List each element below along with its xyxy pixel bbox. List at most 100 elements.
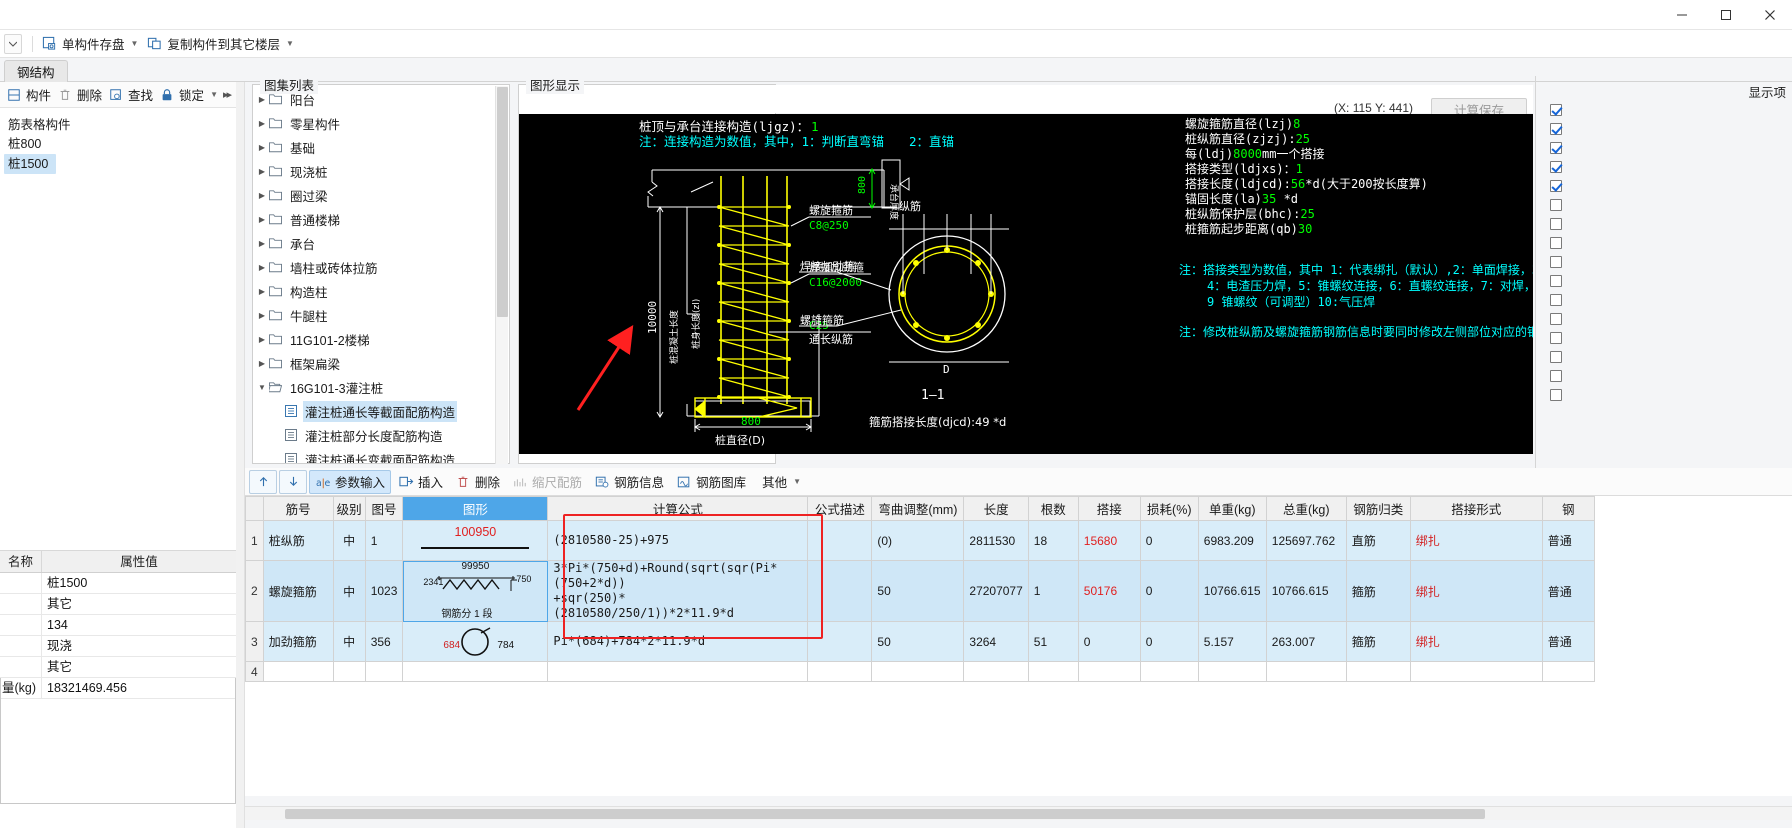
scrollbar-thumb[interactable]	[497, 87, 508, 317]
display-option-row[interactable]	[1540, 347, 1792, 366]
cell-count[interactable]: 51	[1027, 621, 1079, 662]
chevron-right-icon[interactable]: ▶	[255, 263, 269, 272]
header-shape[interactable]: 图形	[402, 496, 549, 521]
find-button[interactable]: 查找	[105, 84, 156, 106]
display-option-row[interactable]	[1540, 366, 1792, 385]
display-option-row[interactable]	[1540, 138, 1792, 157]
delete-button[interactable]: 删除	[54, 84, 105, 106]
tree-node-full-length-uniform-section[interactable]: 灌注桩通长等截面配筋构造	[255, 399, 495, 423]
cell-shape[interactable]: 684 784	[402, 621, 549, 662]
cell-total-weight[interactable]	[1265, 661, 1347, 682]
cell-dwg-no[interactable]	[364, 661, 404, 682]
chevron-right-icon[interactable]: ▶	[255, 143, 269, 152]
header-total-weight[interactable]: 总重(kg)	[1265, 496, 1347, 521]
cell-steel[interactable]: 普通	[1541, 621, 1595, 662]
panel-splitter[interactable]	[236, 82, 245, 828]
header-formula[interactable]: 计算公式	[547, 496, 809, 521]
checkbox-icon[interactable]	[1550, 198, 1562, 211]
tree-node-11g101-2-stair[interactable]: ▶ 11G101-2楼梯	[255, 327, 495, 351]
property-row[interactable]: 现浇	[0, 636, 236, 657]
cell-formula[interactable]	[547, 661, 809, 682]
display-option-row[interactable]	[1540, 157, 1792, 176]
header-loss[interactable]: 损耗(%)	[1139, 496, 1199, 521]
atlas-tree-scrollbar[interactable]	[495, 86, 508, 464]
cell-length[interactable]: 27207077	[963, 560, 1029, 622]
tree-node-full-length-variable-section[interactable]: 灌注桩通长变截面配筋构造	[255, 447, 495, 463]
more-button[interactable]: 其他 ▼	[753, 470, 806, 494]
cell-loss[interactable]: 0	[1139, 520, 1199, 561]
cell-count[interactable]: 18	[1027, 520, 1079, 561]
expand-panel-icon[interactable]: ▸▸	[223, 88, 232, 101]
cell-lap-form[interactable]: 绑扎	[1409, 520, 1543, 561]
display-option-row[interactable]	[1540, 271, 1792, 290]
delete-row-button[interactable]: 删除	[450, 470, 505, 494]
chevron-right-icon[interactable]: ▶	[255, 335, 269, 344]
cell-unit-weight[interactable]: 10766.615	[1197, 560, 1267, 622]
cell-rebar-no[interactable]: 桩纵筋	[262, 520, 334, 561]
insert-button[interactable]: 插入	[393, 470, 448, 494]
header-lap[interactable]: 搭接	[1077, 496, 1141, 521]
list-item-pile1500[interactable]: 桩1500	[4, 154, 56, 174]
tree-node-pile-cap[interactable]: ▶ 承台	[255, 231, 495, 255]
cell-lap-form[interactable]: 绑扎	[1409, 621, 1543, 662]
checkbox-icon[interactable]	[1550, 122, 1562, 135]
cell-bend-adjust[interactable]	[871, 661, 965, 682]
tree-node-cast-in-place-pile[interactable]: ▶ 现浇桩	[255, 159, 495, 183]
tree-node-structural-column[interactable]: ▶ 构造柱	[255, 279, 495, 303]
tree-node-foundation[interactable]: ▶ 基础	[255, 135, 495, 159]
cell-shape[interactable]: 100950	[402, 520, 549, 561]
cell-shape[interactable]: 99950 2341 750 钢筋分 1 段	[402, 560, 549, 622]
cell-steel[interactable]: 普通	[1541, 520, 1595, 561]
rebar-info-button[interactable]: 钢筋信息	[589, 470, 669, 494]
cell-unit-weight[interactable]	[1197, 661, 1267, 682]
cell-total-weight[interactable]: 263.007	[1265, 621, 1347, 662]
cell-rebar-no[interactable]: 螺旋箍筋	[262, 560, 334, 622]
cell-rebar-class[interactable]: 箍筋	[1345, 621, 1411, 662]
cell-total-weight[interactable]: 10766.615	[1265, 560, 1347, 622]
cell-rebar-class[interactable]: 箍筋	[1345, 560, 1411, 622]
header-unit-weight[interactable]: 单重(kg)	[1197, 496, 1267, 521]
tree-node-ring-beam[interactable]: ▶ 圈过梁	[255, 183, 495, 207]
move-down-button[interactable]	[279, 469, 307, 494]
cell-count[interactable]	[1027, 661, 1079, 682]
cell-length[interactable]: 3264	[963, 621, 1029, 662]
header-rebar-no[interactable]: 筋号	[262, 496, 334, 521]
close-button[interactable]	[1748, 0, 1792, 30]
display-option-row[interactable]	[1540, 252, 1792, 271]
minimize-button[interactable]	[1660, 0, 1704, 30]
header-steel[interactable]: 钢	[1541, 496, 1595, 521]
header-lap-form[interactable]: 搭接形式	[1409, 496, 1543, 521]
chevron-down-icon[interactable]: ▼	[793, 477, 801, 486]
chevron-down-icon[interactable]: ▼	[131, 39, 139, 48]
cell-formula[interactable]: (2810580-25)+975	[547, 520, 809, 561]
property-value[interactable]: 桩1500	[42, 573, 236, 593]
checkbox-icon[interactable]	[1550, 236, 1562, 249]
property-value[interactable]: 其它	[42, 594, 236, 614]
chevron-right-icon[interactable]: ▶	[255, 191, 269, 200]
copy-to-floor-button[interactable]: 复制构件到其它楼层 ▼	[142, 33, 295, 55]
display-option-row[interactable]	[1540, 328, 1792, 347]
scrollbar-thumb[interactable]	[285, 809, 1485, 819]
cell-dwg-no[interactable]: 1023	[364, 560, 404, 622]
display-option-row[interactable]	[1540, 385, 1792, 404]
chevron-down-icon[interactable]: ▼	[286, 39, 294, 48]
chevron-right-icon[interactable]: ▶	[255, 359, 269, 368]
checkbox-icon[interactable]	[1550, 141, 1562, 154]
chevron-right-icon[interactable]: ▶	[255, 287, 269, 296]
checkbox-icon[interactable]	[1550, 331, 1562, 344]
checkbox-icon[interactable]	[1550, 274, 1562, 287]
cell-lap[interactable]: 15680	[1077, 520, 1141, 561]
cell-loss[interactable]: 0	[1139, 621, 1199, 662]
table-row[interactable]: 4	[245, 661, 1595, 682]
chevron-right-icon[interactable]: ▶	[255, 167, 269, 176]
display-option-row[interactable]	[1540, 214, 1792, 233]
checkbox-icon[interactable]	[1550, 350, 1562, 363]
cell-dwg-no[interactable]: 356	[364, 621, 404, 662]
cell-steel[interactable]	[1541, 661, 1595, 682]
property-row[interactable]: 桩1500	[0, 573, 236, 594]
cell-formula[interactable]: 3*Pi*(750+d)+Round(sqrt(sqr(Pi*(750+2*d)…	[547, 560, 809, 622]
chevron-down-icon[interactable]: ▼	[255, 383, 269, 392]
table-row[interactable]: 3 加劲箍筋 中 356 684 784 Pi*(684)+784*2*11.9…	[245, 621, 1595, 662]
cell-rebar-class[interactable]	[1345, 661, 1411, 682]
checkbox-icon[interactable]	[1550, 179, 1562, 192]
